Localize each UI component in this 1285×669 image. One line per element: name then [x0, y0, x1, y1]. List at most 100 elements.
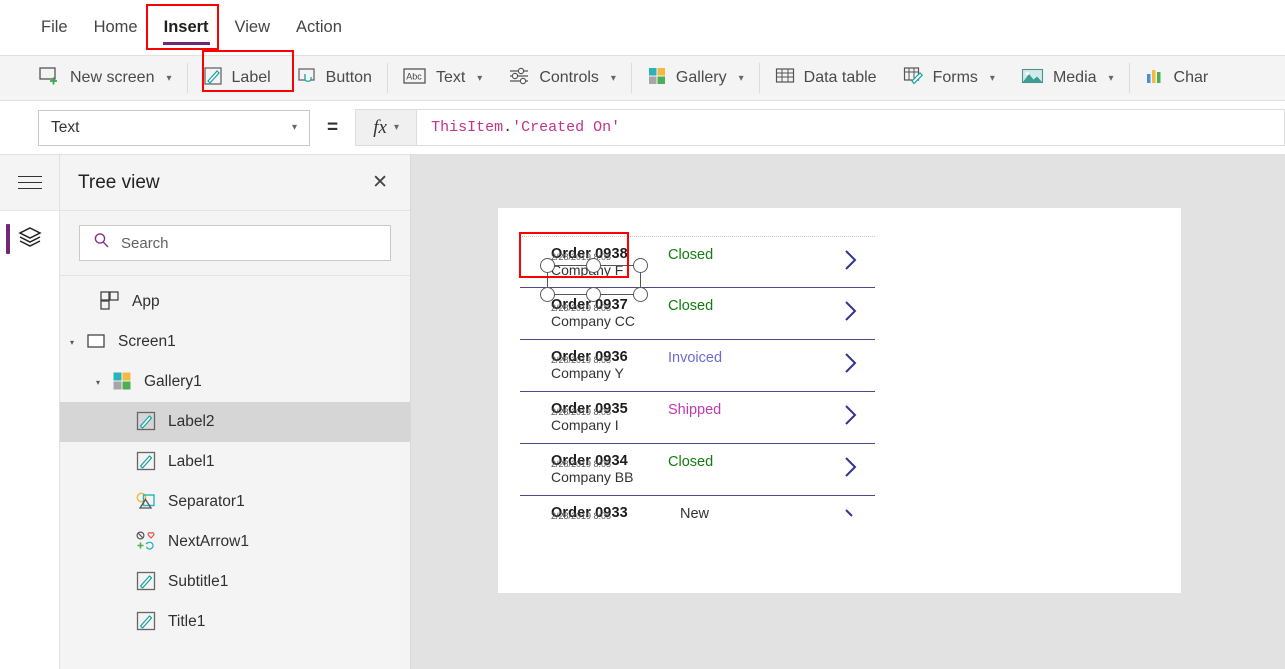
app-icon	[100, 291, 122, 313]
ribbon-new-screen-label: New screen	[70, 69, 155, 86]
gallery-row[interactable]: Order 0936 2/28/2019 8:05 Company Y Invo…	[520, 340, 875, 392]
tree-item-screen1-label: Screen1	[118, 333, 176, 350]
close-icon[interactable]: ✕	[372, 173, 388, 192]
tree-item-separator1-label: Separator1	[168, 493, 245, 510]
tree-item-title1-label: Title1	[168, 613, 206, 630]
ribbon-label-button[interactable]: Label	[190, 59, 284, 97]
tree-item-label2-label: Label2	[168, 413, 215, 430]
equals-sign: =	[327, 116, 339, 138]
gallery-row[interactable]: Order 0938 2/28/2019 8:05 Company F Clos…	[520, 236, 875, 302]
gallery-row-subtitle: Company Y	[551, 365, 624, 381]
tree-view-list: App ▾ Screen1 ▾ Gallery1 Label2 Label1 S…	[60, 276, 410, 669]
ribbon-button-button[interactable]: Button	[284, 59, 385, 97]
app-screen-preview[interactable]: Order 0938 2/28/2019 8:05 Company F Clos…	[498, 208, 1181, 593]
hamburger-icon	[17, 171, 42, 194]
rail-item-tree-view[interactable]	[0, 211, 59, 267]
gallery-row[interactable]: Order 0933 2/28/2019 8:05 New	[520, 496, 875, 548]
resize-handle	[586, 258, 601, 273]
gallery-control[interactable]: Order 0938 2/28/2019 8:05 Company F Clos…	[520, 236, 875, 548]
hamburger-menu-button[interactable]	[0, 155, 59, 211]
ribbon-forms-button[interactable]: Forms ▾	[890, 59, 1008, 97]
fx-button[interactable]: fx ▾	[355, 109, 418, 146]
next-arrow-icon[interactable]	[841, 245, 861, 275]
chevron-down-icon: ▾	[610, 72, 616, 84]
tree-item-gallery1-label: Gallery1	[144, 373, 202, 390]
tree-item-title1[interactable]: Title1	[60, 602, 410, 642]
label-icon	[136, 451, 158, 473]
menu-tab-insert[interactable]: Insert	[151, 0, 222, 55]
menu-tab-view[interactable]: View	[222, 0, 283, 55]
menu-tab-file[interactable]: File	[28, 0, 81, 55]
tree-item-label1-label: Label1	[168, 453, 215, 470]
menu-tab-home-label: Home	[93, 18, 138, 36]
ribbon-data-table-button[interactable]: Data table	[762, 59, 890, 97]
label-icon	[136, 411, 158, 433]
ribbon-divider	[186, 63, 188, 93]
formula-token-thisitem: ThisItem	[431, 119, 504, 136]
left-icon-rail	[0, 155, 60, 669]
ribbon-controls-label: Controls	[539, 69, 599, 86]
search-input[interactable]: Search	[79, 225, 391, 261]
menu-tab-action[interactable]: Action	[283, 0, 355, 55]
next-arrow-icon[interactable]	[841, 400, 861, 430]
gallery-row-created-on: 2/28/2019 8:05	[551, 303, 612, 313]
gallery-row-status: New	[680, 506, 710, 522]
ribbon-text-label: Text	[435, 69, 466, 86]
ribbon-text-button[interactable]: Abc Text ▾	[390, 59, 495, 97]
next-arrow-icon[interactable]	[841, 348, 861, 378]
gallery-row-subtitle: Company I	[551, 417, 619, 433]
gallery-row[interactable]: Order 0937 2/28/2019 8:05 Company CC Clo…	[520, 288, 875, 340]
menu-tab-file-label: File	[41, 18, 68, 36]
formula-input[interactable]: ThisItem. 'Created On'	[417, 109, 1285, 146]
next-arrow-icon[interactable]	[841, 504, 861, 534]
ribbon-controls-button[interactable]: Controls ▾	[495, 59, 629, 97]
tree-item-separator1[interactable]: Separator1	[60, 482, 410, 522]
next-arrow-icons-icon	[136, 531, 158, 553]
tree-view-title: Tree view	[78, 171, 160, 193]
tree-item-nextarrow1-label: NextArrow1	[168, 533, 249, 550]
chevron-down-icon: ▾	[1108, 72, 1114, 84]
ribbon-divider	[1128, 63, 1130, 93]
tree-view-panel: Tree view ✕ Search App ▾ Screen1 ▾ Galle…	[60, 155, 411, 669]
tree-item-subtitle1[interactable]: Subtitle1	[60, 562, 410, 602]
chevron-down-icon: ▾	[166, 72, 172, 84]
screen-icon	[86, 331, 108, 353]
tree-item-gallery1[interactable]: ▾ Gallery1	[60, 362, 410, 402]
tree-expander-gallery1[interactable]: ▾	[96, 378, 108, 387]
formula-token-dot: .	[503, 119, 513, 136]
ribbon-media-label: Media	[1052, 69, 1097, 86]
ribbon-charts-label: Char	[1173, 69, 1209, 86]
tree-view-header: Tree view ✕	[60, 155, 410, 211]
gallery-row-status: Closed	[668, 298, 714, 314]
search-input-placeholder: Search	[121, 234, 169, 252]
tree-item-screen1[interactable]: ▾ Screen1	[60, 322, 410, 362]
new-screen-icon	[39, 66, 61, 91]
ribbon-new-screen-button[interactable]: New screen ▾	[26, 59, 185, 97]
menu-tab-action-label: Action	[296, 18, 342, 36]
ribbon-label-label: Label	[231, 69, 271, 86]
next-arrow-icon[interactable]	[841, 296, 861, 326]
chevron-down-icon: ▾	[393, 122, 399, 133]
fx-label: fx	[373, 116, 387, 138]
gallery-row[interactable]: Order 0935 2/28/2019 8:05 Company I Ship…	[520, 392, 875, 444]
menu-tab-home[interactable]: Home	[81, 0, 151, 55]
app-canvas[interactable]: Order 0938 2/28/2019 8:05 Company F Clos…	[411, 155, 1285, 669]
tree-item-nextarrow1[interactable]: NextArrow1	[60, 522, 410, 562]
menu-tab-insert-label: Insert	[163, 18, 209, 36]
gallery-row-status: Invoiced	[668, 350, 723, 366]
button-icon	[297, 66, 317, 91]
active-tab-underline	[162, 42, 210, 45]
property-dropdown[interactable]: Text ▾	[38, 109, 310, 146]
next-arrow-icon[interactable]	[841, 452, 861, 482]
ribbon-gallery-button[interactable]: Gallery ▾	[634, 59, 757, 97]
formula-bar: Text ▾ = fx ▾ ThisItem. 'Created On'	[0, 101, 1285, 155]
main-area: Tree view ✕ Search App ▾ Screen1 ▾ Galle…	[0, 155, 1285, 669]
ribbon-charts-button[interactable]: Char	[1132, 59, 1222, 97]
tree-item-app[interactable]: App	[60, 282, 410, 322]
tree-item-label1[interactable]: Label1	[60, 442, 410, 482]
tree-expander-screen1[interactable]: ▾	[70, 338, 82, 347]
chevron-down-icon: ▾	[477, 72, 483, 84]
ribbon-media-button[interactable]: Media ▾	[1008, 59, 1127, 97]
gallery-row[interactable]: Order 0934 2/28/2019 8:05 Company BB Clo…	[520, 444, 875, 496]
tree-item-label2[interactable]: Label2	[60, 402, 410, 442]
